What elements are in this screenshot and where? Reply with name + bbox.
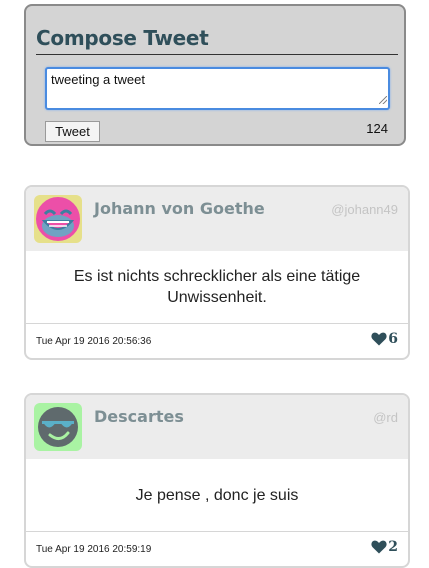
tweet-button[interactable]: Tweet <box>45 121 100 142</box>
author-handle: @johann49 <box>331 202 398 217</box>
tweet-text: Es ist nichts schrecklicher als eine tät… <box>73 268 361 306</box>
author-name: Johann von Goethe <box>94 199 265 218</box>
compose-divider <box>36 54 398 55</box>
avatar <box>34 195 82 243</box>
compose-title: Compose Tweet <box>36 26 209 50</box>
textarea-resize-handle[interactable] <box>379 96 387 104</box>
tweet-input[interactable] <box>45 67 390 110</box>
remaining-characters-count: 124 <box>366 121 388 136</box>
tweet-text: Je pense , donc je suis <box>135 486 299 504</box>
author-name: Descartes <box>94 407 184 426</box>
avatar <box>34 403 82 451</box>
tweet-timestamp: Tue Apr 19 2016 20:56:36 <box>36 336 152 347</box>
heart-icon <box>371 332 387 346</box>
heart-icon <box>371 540 387 554</box>
smiling-face-icon <box>36 197 80 241</box>
tweet-divider <box>26 323 408 324</box>
compose-panel: Compose Tweet Tweet 124 <box>24 4 406 146</box>
like-count: 6 <box>388 331 398 347</box>
tweet-timestamp: Tue Apr 19 2016 20:59:19 <box>36 544 152 555</box>
tweet-header: Johann von Goethe @johann49 <box>26 187 408 251</box>
tweet-header: Descartes @rd <box>26 395 408 459</box>
tweet-card: Descartes @rd Je pense , donc je suis Tu… <box>24 393 410 568</box>
like-button[interactable]: 2 <box>371 539 398 555</box>
author-handle: @rd <box>373 410 398 425</box>
tweet-divider <box>26 531 408 532</box>
like-count: 2 <box>388 539 398 555</box>
like-button[interactable]: 6 <box>371 331 398 347</box>
tweet-card: Johann von Goethe @johann49 Es ist nicht… <box>24 185 410 360</box>
sunglasses-face-icon <box>38 407 78 447</box>
